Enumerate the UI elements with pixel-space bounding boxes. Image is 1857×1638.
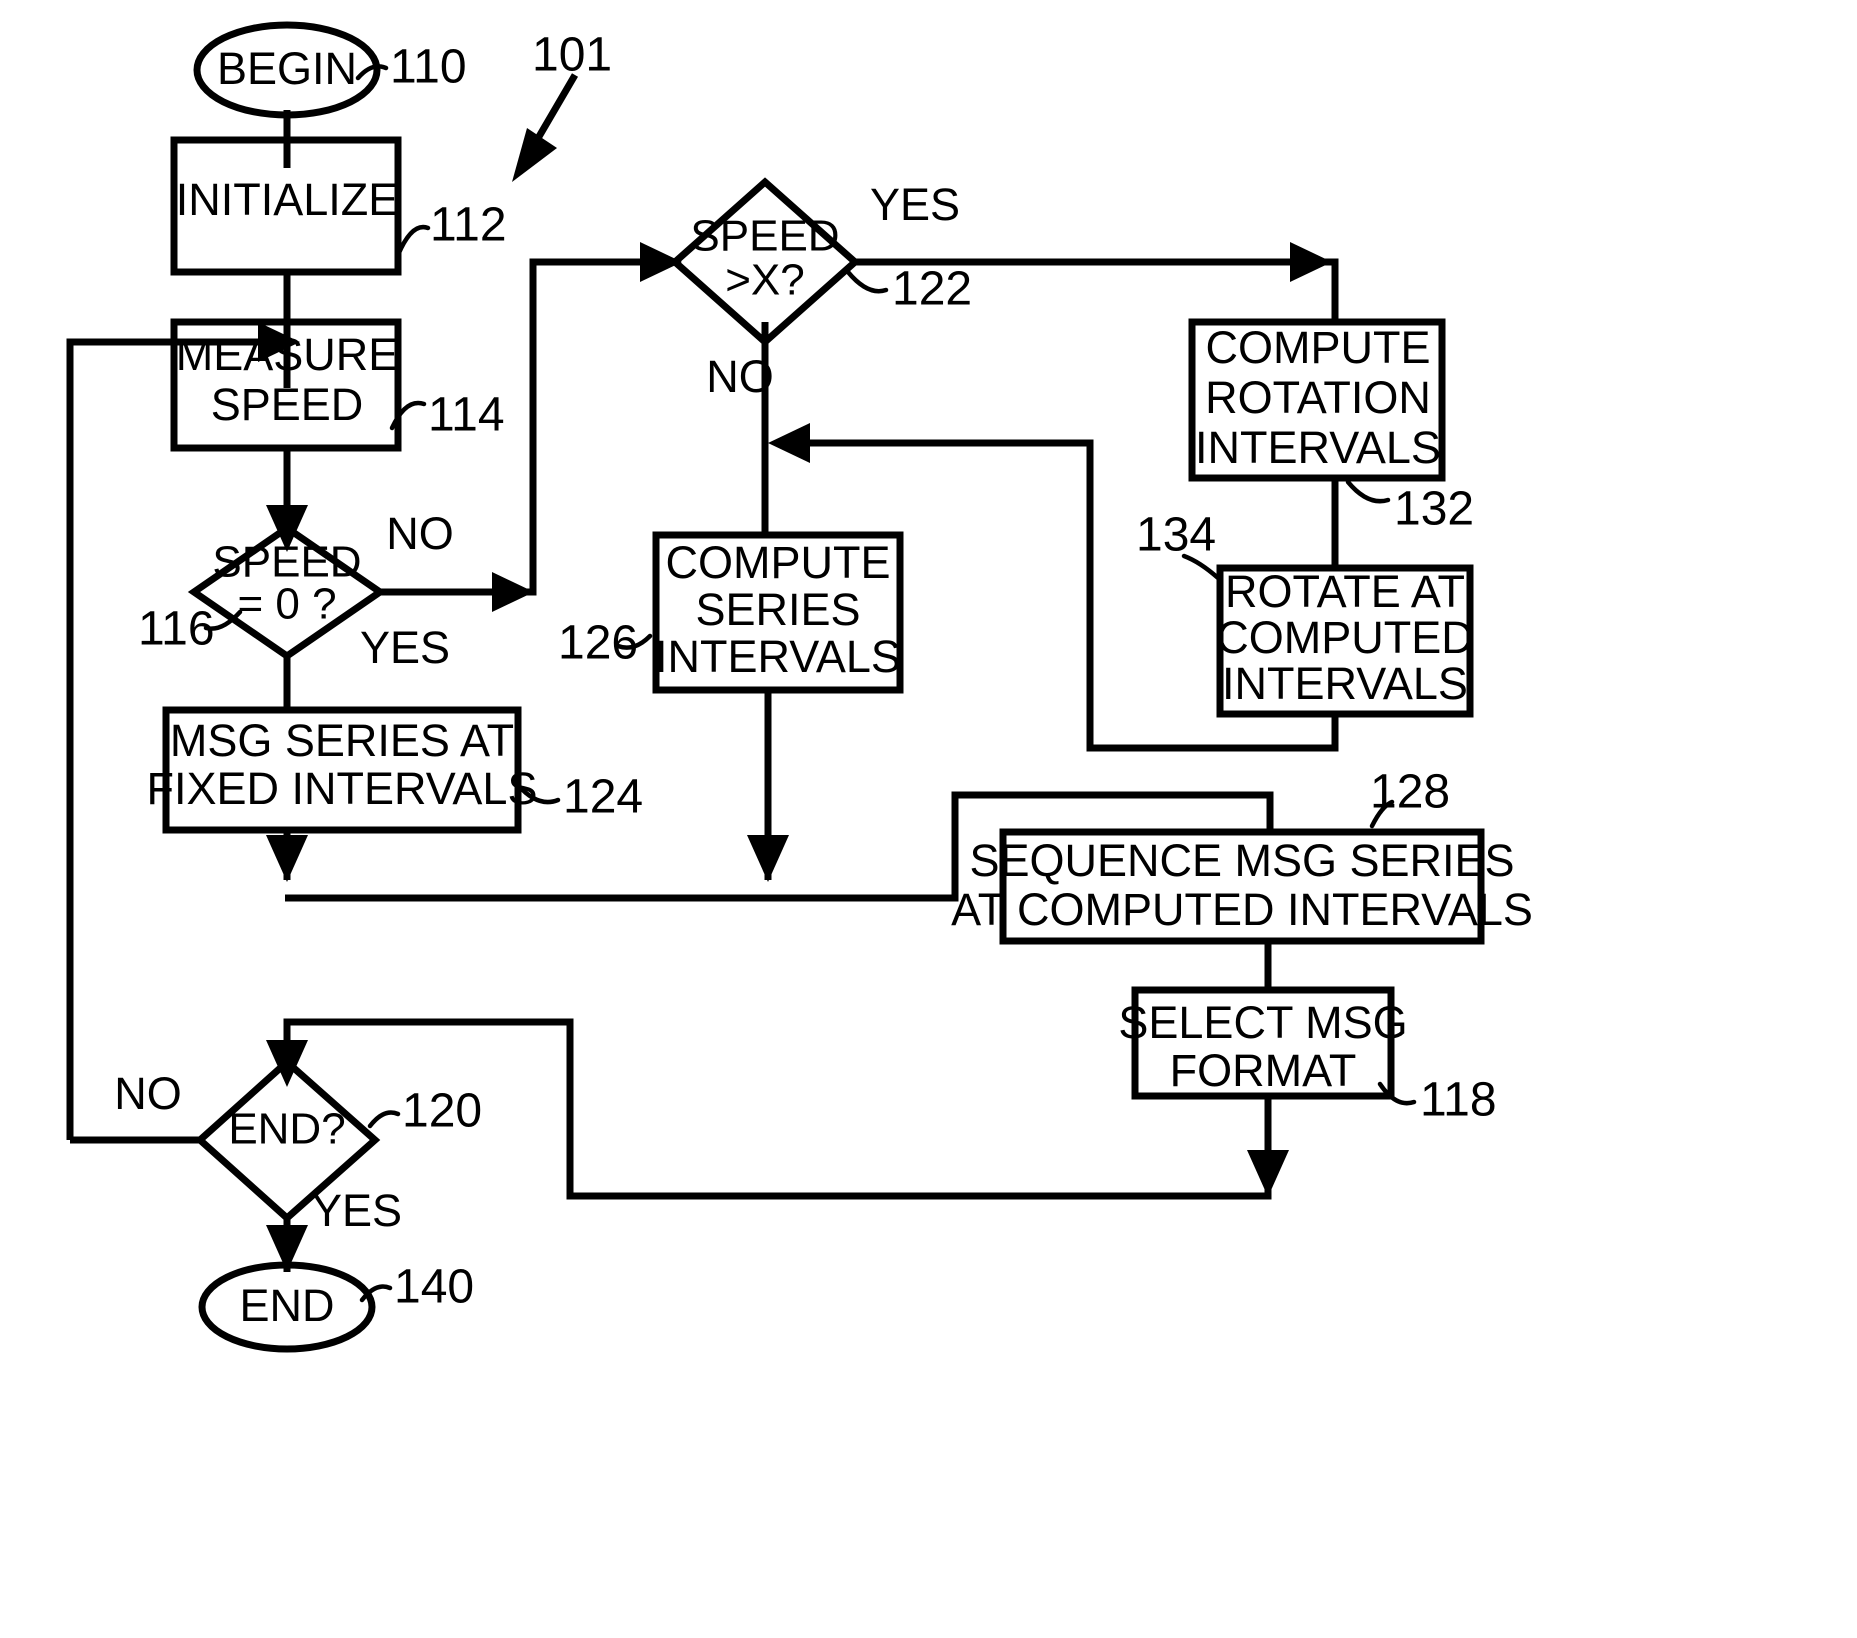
node-compute-series-label-line2: SERIES (695, 584, 860, 635)
leader-112 (395, 224, 431, 258)
node-rotate-computed-label-line2: COMPUTED (1216, 612, 1474, 663)
edge-label-end-yes: YES (312, 1185, 402, 1236)
leader-132 (1345, 479, 1391, 504)
node-sequence-msg-label-line2: AT COMPUTED INTERVALS (951, 884, 1533, 935)
node-speed-gt-x-label-line1: SPEED (690, 212, 839, 261)
figure-ref-101: 101 (532, 29, 612, 82)
edge-label-speed-gt-x-yes: YES (870, 179, 960, 230)
node-sequence-msg-label-line1: SEQUENCE MSG SERIES (969, 835, 1514, 886)
node-compute-series-ref: 126 (558, 617, 638, 670)
node-measure-speed-ref: 114 (428, 389, 505, 442)
node-compute-series-label-line3: INTERVALS (655, 631, 901, 682)
node-measure-speed-label-line2: SPEED (211, 379, 364, 430)
edge-label-speed-zero-yes: YES (360, 622, 450, 673)
node-end-label: END (239, 1280, 334, 1331)
node-select-msg-format-label-line1: SELECT MSG (1118, 997, 1407, 1048)
node-rotate-computed-label-line1: ROTATE AT (1225, 566, 1465, 617)
node-begin-label: BEGIN (217, 43, 357, 94)
node-msg-series-fixed-label-line2: FIXED INTERVALS (147, 763, 538, 814)
node-select-msg-format-ref: 118 (1420, 1074, 1497, 1127)
edge-label-speed-zero-no: NO (386, 508, 454, 559)
node-rotate-computed-label-line3: INTERVALS (1222, 658, 1468, 709)
node-end-ref: 140 (394, 1261, 474, 1314)
node-compute-rotation-ref: 132 (1394, 483, 1474, 536)
node-measure-speed-label-line1: MEASURE (176, 329, 399, 380)
figure-leader-arrowhead (512, 128, 557, 182)
node-sequence-msg-ref: 128 (1370, 766, 1450, 819)
leader-110 (355, 64, 389, 81)
node-initialize-label: INITIALIZE (176, 174, 399, 225)
leader-120 (367, 1110, 401, 1129)
arrowhead-speedzero-no-right (492, 572, 534, 612)
edge-label-end-no: NO (114, 1068, 182, 1119)
node-speed-gt-x-label-line2: >X? (725, 256, 805, 305)
arrowhead-rotate-merge (768, 423, 810, 463)
node-speed-zero-ref: 116 (138, 603, 215, 656)
arrowhead-speedgtx-yes (1290, 242, 1332, 282)
node-speed-gt-x-ref: 122 (892, 263, 972, 316)
node-speed-zero-label-line2: = 0 ? (237, 580, 336, 629)
edge-label-speed-gt-x-no: NO (706, 351, 774, 402)
arrowhead-selectformat-down (1247, 1150, 1289, 1197)
arrowhead-msgseries-down (266, 835, 308, 882)
node-msg-series-fixed-label-line1: MSG SERIES AT (170, 715, 514, 766)
node-compute-series-label-line1: COMPUTE (666, 537, 891, 588)
node-begin-ref: 110 (390, 41, 467, 94)
node-select-msg-format-label-line2: FORMAT (1170, 1045, 1357, 1096)
node-msg-series-fixed-ref: 124 (563, 771, 643, 824)
flowchart-svg: 101 BEGIN 110 INITIALIZE 112 MEASURE SPE… (66, 21, 1533, 1353)
flowchart-canvas: 101 BEGIN 110 INITIALIZE 112 MEASURE SPE… (0, 0, 1857, 1638)
node-initialize-ref: 112 (430, 199, 507, 252)
node-compute-rotation-label-line1: COMPUTE (1206, 322, 1431, 373)
node-end-decision-ref: 120 (402, 1085, 482, 1138)
arrowhead-computeseries-down (747, 835, 789, 882)
node-rotate-computed-ref: 134 (1136, 509, 1216, 562)
node-end-decision-label: END? (228, 1105, 345, 1154)
leader-122 (845, 269, 889, 294)
node-compute-rotation-label-line3: INTERVALS (1195, 422, 1441, 473)
leader-118 (1377, 1081, 1417, 1106)
node-compute-rotation-label-line2: ROTATION (1205, 372, 1431, 423)
